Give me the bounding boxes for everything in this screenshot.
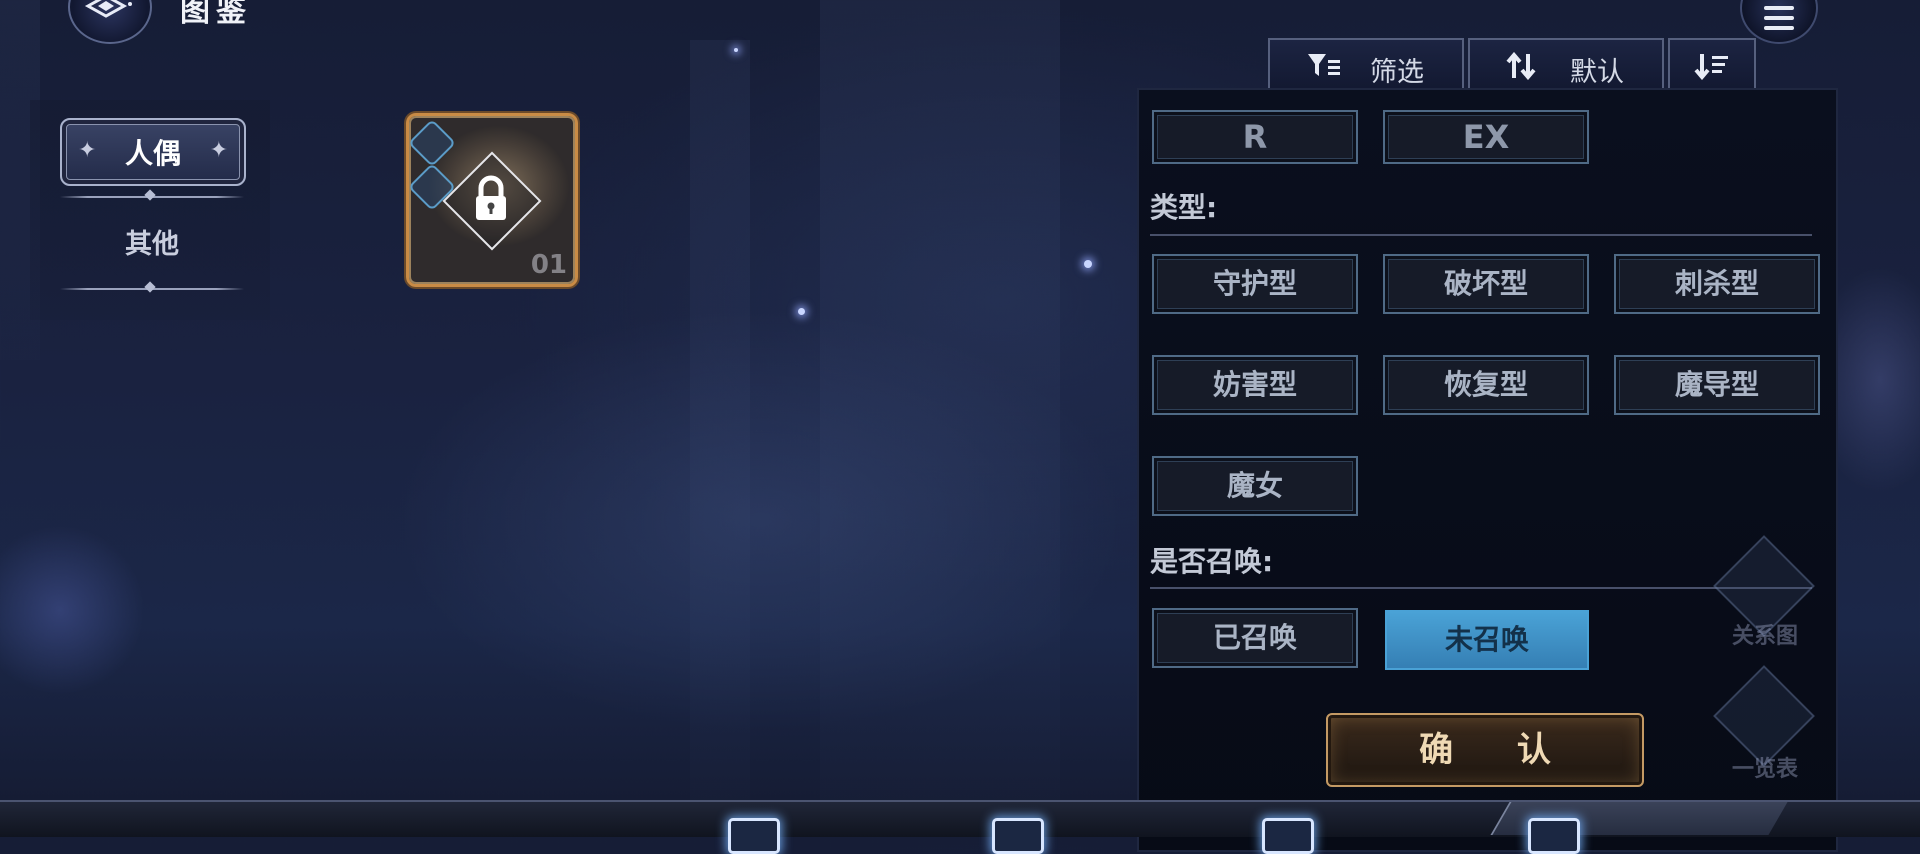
type-section-label: 类型: bbox=[1150, 191, 1218, 224]
sort-updown-icon bbox=[1506, 52, 1536, 80]
section-divider bbox=[1150, 234, 1812, 236]
type-option-mage[interactable]: 魔导型 bbox=[1614, 355, 1820, 415]
lock-icon bbox=[476, 175, 506, 220]
page-title: 图鉴 bbox=[180, 0, 252, 29]
type-option-healer[interactable]: 恢复型 bbox=[1383, 355, 1589, 415]
sort-order-icon bbox=[1694, 54, 1728, 80]
bottom-tab-icon[interactable] bbox=[992, 818, 1044, 854]
category-tab-other[interactable]: 其他 bbox=[60, 222, 244, 261]
sort-button[interactable]: 默认 bbox=[1468, 38, 1664, 94]
summon-option-unsummoned[interactable]: 未召唤 bbox=[1385, 610, 1589, 670]
bottom-tab-icon[interactable] bbox=[728, 818, 780, 854]
overview-list-label: 一览表 bbox=[1731, 757, 1798, 782]
category-tab-dolls[interactable]: ✦ 人偶 ✦ bbox=[60, 118, 246, 186]
divider bbox=[60, 189, 244, 201]
sort-button-label: 默认 bbox=[1570, 57, 1624, 88]
type-option-witch[interactable]: 魔女 bbox=[1152, 456, 1358, 516]
sparkle-star-icon: ✦ bbox=[209, 138, 228, 163]
type-option-guardian[interactable]: 守护型 bbox=[1152, 254, 1358, 314]
back-arrow-icon bbox=[84, 0, 132, 18]
filter-button-label: 筛选 bbox=[1370, 57, 1424, 88]
sparkle bbox=[734, 48, 738, 52]
character-card[interactable]: 01 bbox=[406, 113, 578, 287]
background-arch bbox=[820, 0, 1060, 800]
back-button[interactable] bbox=[68, 0, 152, 44]
sparkle bbox=[1084, 260, 1092, 268]
sort-order-button[interactable] bbox=[1668, 38, 1756, 94]
filter-icon bbox=[1308, 54, 1340, 76]
rarity-option-r[interactable]: R bbox=[1152, 110, 1358, 164]
divider bbox=[60, 281, 244, 293]
rarity-option-ex[interactable]: EX bbox=[1383, 110, 1589, 164]
type-option-destroyer[interactable]: 破坏型 bbox=[1383, 254, 1589, 314]
bottom-tab-icon[interactable] bbox=[1528, 818, 1580, 854]
filter-button[interactable]: 筛选 bbox=[1268, 38, 1464, 94]
sparkle bbox=[798, 308, 805, 315]
type-option-disruptor[interactable]: 妨害型 bbox=[1152, 355, 1358, 415]
card-number: 01 bbox=[530, 250, 567, 280]
summon-option-summoned[interactable]: 已召唤 bbox=[1152, 608, 1358, 668]
type-option-assassin[interactable]: 刺杀型 bbox=[1614, 254, 1820, 314]
section-divider bbox=[1150, 587, 1812, 589]
summon-section-label: 是否召唤: bbox=[1150, 545, 1274, 578]
confirm-button[interactable]: 确 认 bbox=[1326, 713, 1644, 787]
bottom-tab-icon[interactable] bbox=[1262, 818, 1314, 854]
relation-map-label: 关系图 bbox=[1731, 624, 1798, 649]
background-pillar bbox=[690, 40, 750, 800]
